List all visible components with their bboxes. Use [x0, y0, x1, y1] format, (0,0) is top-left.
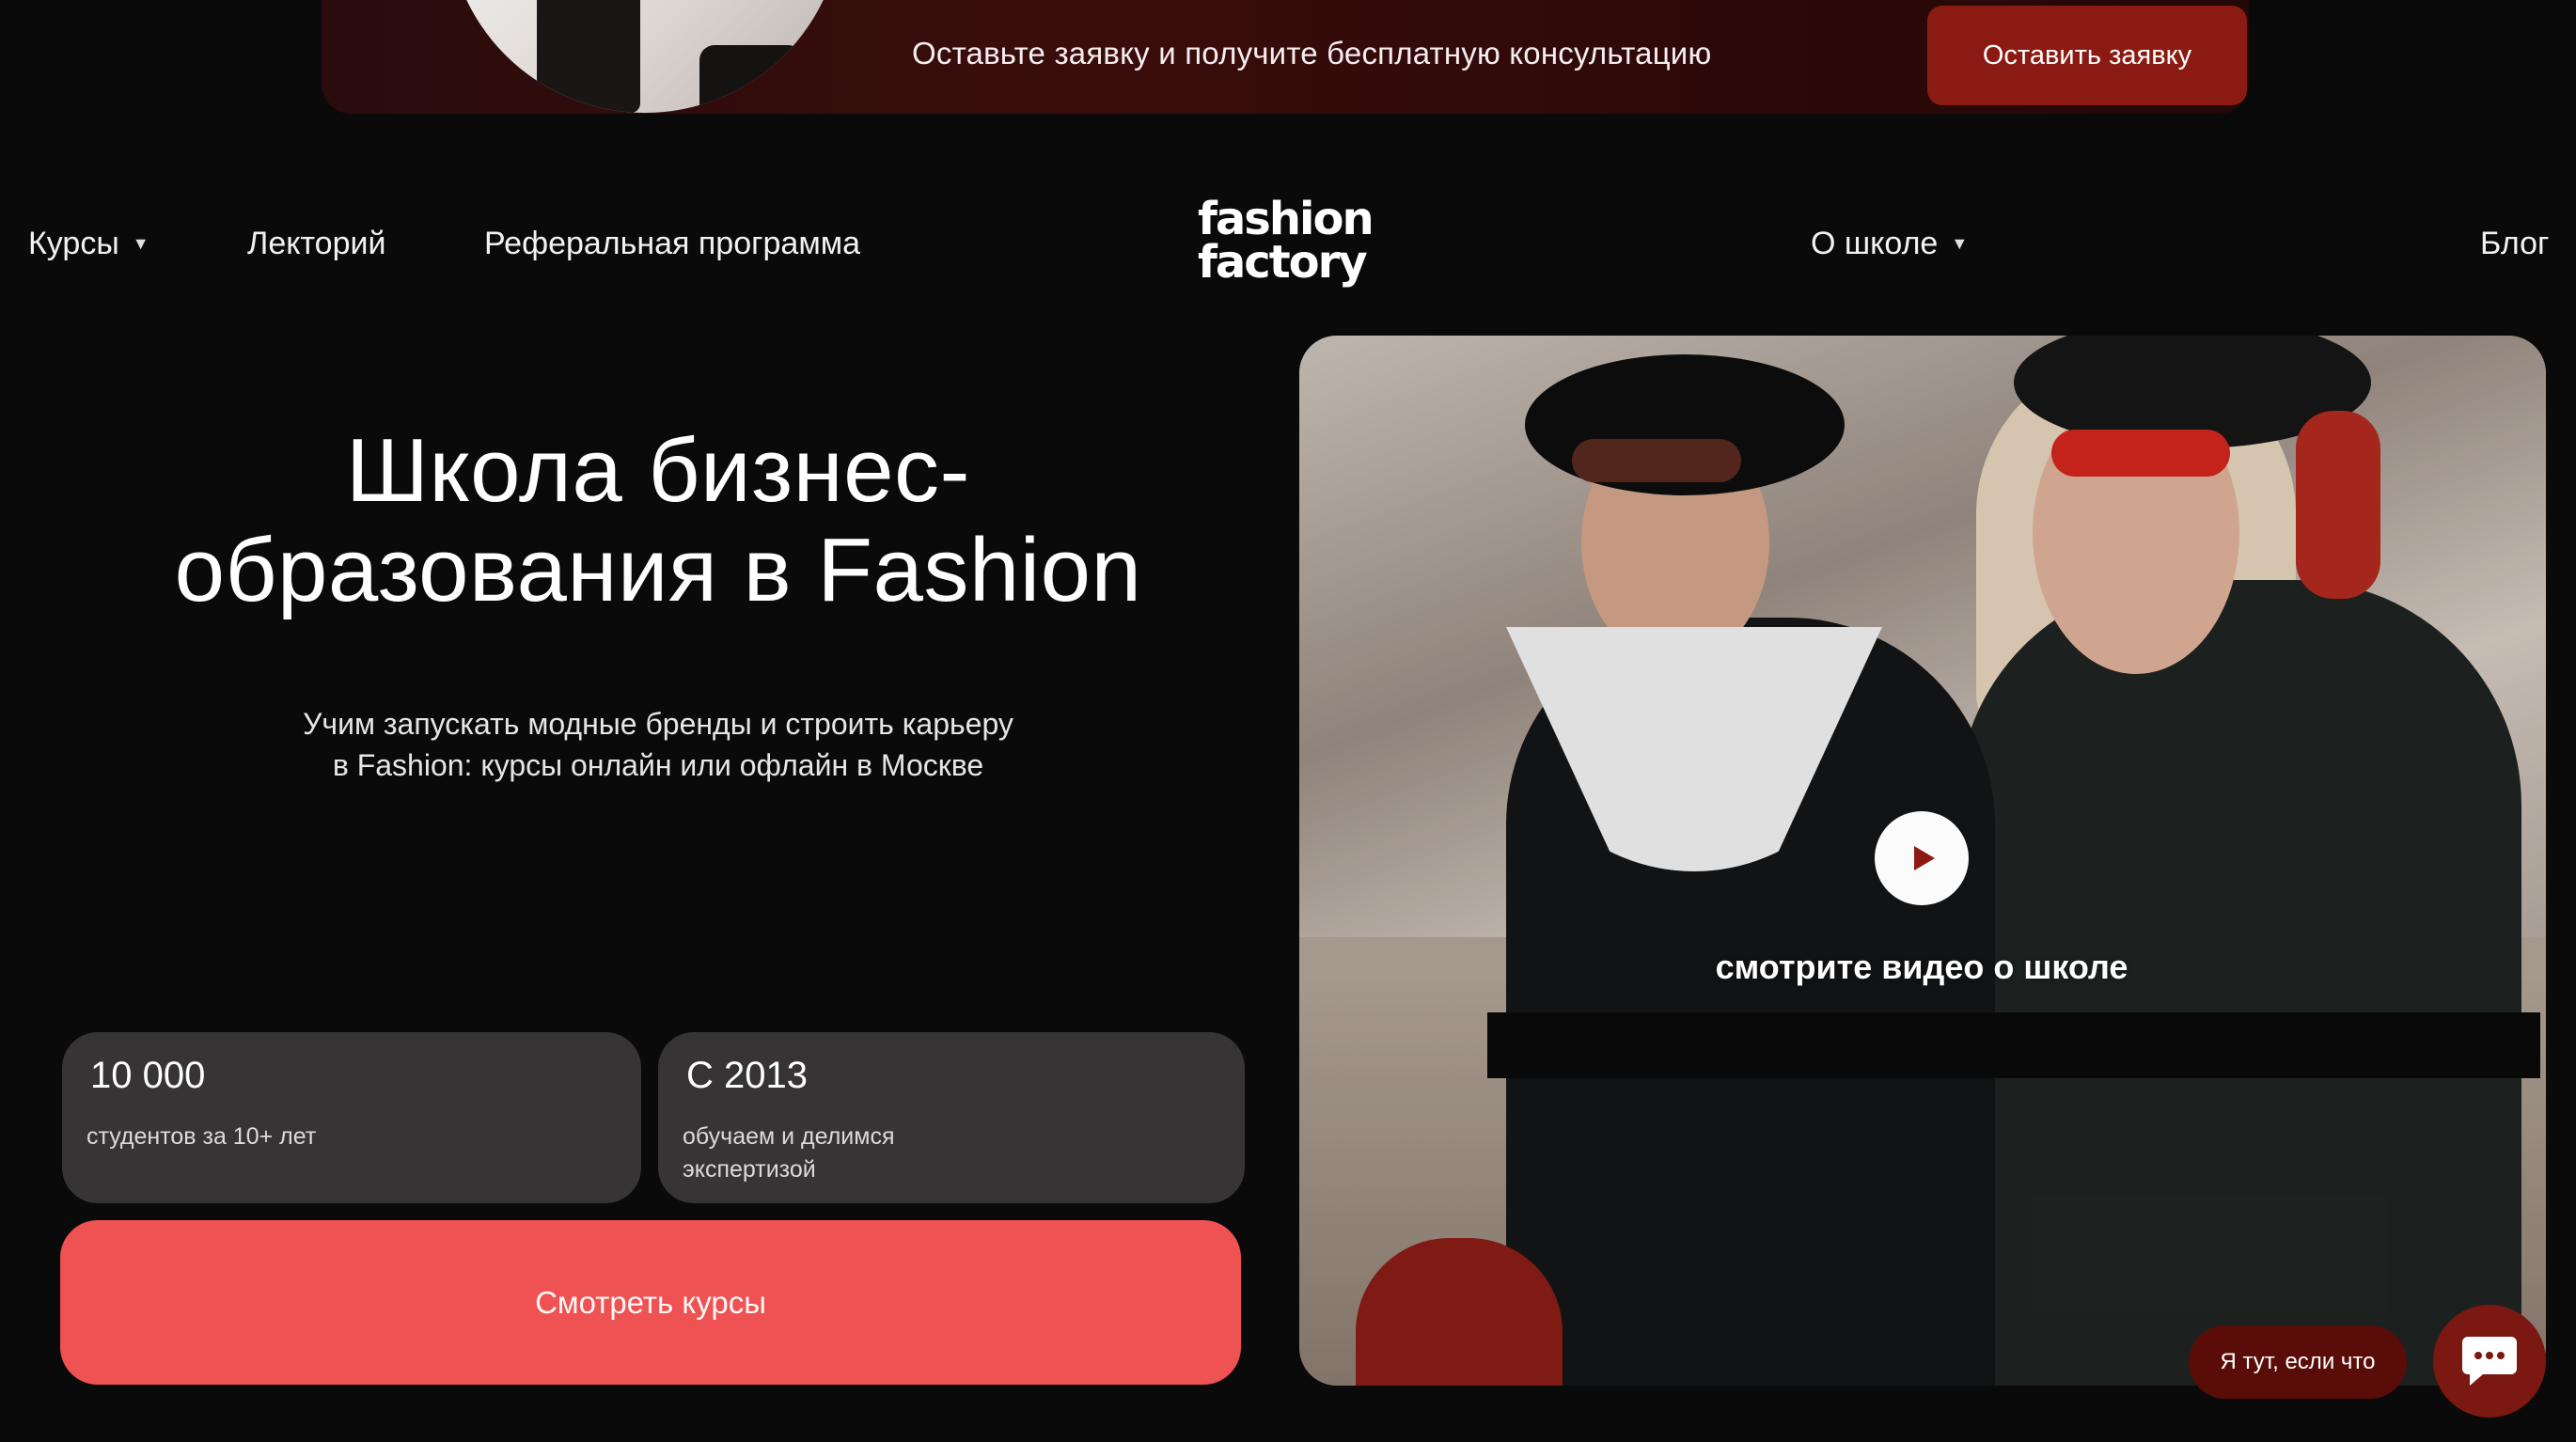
nav-courses-label: Курсы	[28, 226, 119, 261]
hero-title: Школа бизнес- образования в Fashion	[56, 421, 1260, 620]
view-courses-button[interactable]: Смотреть курсы	[60, 1220, 1241, 1385]
hero-subtitle: Учим запускать модные бренды и строить к…	[150, 703, 1166, 786]
nav-lectures[interactable]: Лекторий	[247, 226, 385, 262]
nav-referral[interactable]: Реферальная программа	[484, 226, 860, 262]
stat-card-students: 10 000 студентов за 10+ лет	[62, 1032, 641, 1203]
logo-line1: fashion	[1198, 193, 1374, 245]
nav-blog[interactable]: Блог	[2480, 226, 2549, 262]
chat-icon	[2462, 1337, 2517, 1386]
nav-about[interactable]: О школе ▼	[1811, 226, 1968, 262]
logo-line2: factory	[1198, 236, 1368, 289]
logo[interactable]: fashion factory	[1198, 193, 1386, 289]
stat-value: 10 000	[90, 1055, 206, 1096]
promo-banner: Оставьте заявку и получите бесплатную ко…	[322, 0, 2249, 114]
hero-subtitle-line2: в Fashion: курсы онлайн или офлайн в Мос…	[332, 748, 984, 782]
nav-about-label: О школе	[1811, 226, 1939, 261]
chat-button[interactable]	[2433, 1305, 2546, 1418]
chat-hint-bubble[interactable]: Я тут, если что	[2189, 1325, 2407, 1399]
nav-courses[interactable]: Курсы ▼	[28, 226, 149, 262]
stat-label: обучаем и делимся экспертизой	[683, 1123, 895, 1183]
video-caption[interactable]: смотрите видео о школе	[1598, 948, 2245, 987]
stat-label: студентов за 10+ лет	[86, 1123, 317, 1150]
banner-text: Оставьте заявку и получите бесплатную ко…	[912, 36, 1712, 71]
stat-value: С 2013	[686, 1055, 808, 1096]
hero-title-line1: Школа бизнес-	[346, 420, 970, 521]
play-button[interactable]	[1875, 811, 1969, 905]
hero-subtitle-line1: Учим запускать модные бренды и строить к…	[303, 707, 1013, 741]
page: Оставьте заявку и получите бесплатную ко…	[0, 0, 2576, 1442]
caret-down-icon: ▼	[132, 234, 149, 253]
play-icon	[1914, 846, 1935, 870]
stat-card-since: С 2013 обучаем и делимся экспертизой	[658, 1032, 1245, 1203]
caret-down-icon: ▼	[1951, 234, 1969, 253]
hero-title-line2: образования в Fashion	[174, 520, 1142, 620]
banner-photo	[448, 0, 842, 113]
leave-request-button[interactable]: Оставить заявку	[1927, 6, 2247, 105]
